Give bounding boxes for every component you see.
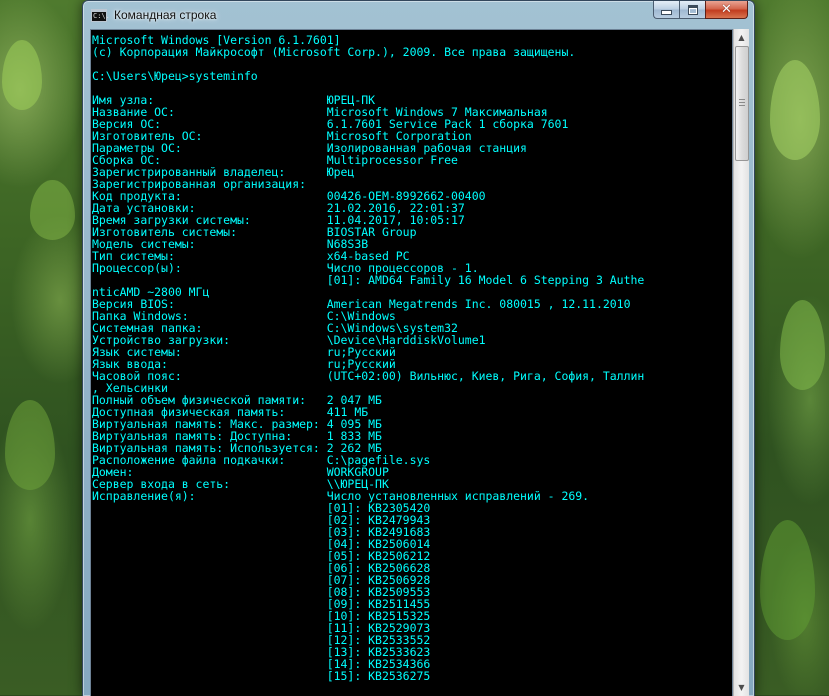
- minimize-button[interactable]: [653, 1, 679, 19]
- maximize-icon: [687, 4, 698, 15]
- foliage-decoration: [30, 180, 75, 240]
- vertical-scrollbar[interactable]: ▲ ▼: [733, 29, 749, 696]
- console-output-area[interactable]: Microsoft Windows [Version 6.1.7601] (c) …: [90, 29, 733, 696]
- minimize-icon: [661, 10, 672, 15]
- grip-line: [739, 99, 745, 100]
- close-button[interactable]: ✕: [705, 1, 748, 19]
- foliage-decoration: [2, 40, 42, 110]
- console-line: Часовой пояс: (UTC+02:00) Вильнюс, Киев,…: [92, 369, 645, 383]
- foliage-decoration: [5, 400, 55, 490]
- grip-line: [739, 105, 745, 106]
- grip-line: [739, 102, 745, 103]
- command-prompt-icon[interactable]: C:\.: [91, 9, 110, 22]
- title-bar[interactable]: C:\. Командная строка ✕: [83, 1, 754, 29]
- console-line: [15]: KB2536275: [92, 669, 431, 683]
- scroll-down-button[interactable]: ▼: [734, 679, 749, 696]
- console-line: C:\Users\Юрец>systeminfo: [92, 69, 258, 83]
- foliage-decoration: [770, 60, 820, 160]
- foliage-decoration: [760, 520, 815, 640]
- chevron-down-icon: ▼: [738, 683, 745, 692]
- console-text[interactable]: Microsoft Windows [Version 6.1.7601] (c) …: [92, 34, 644, 682]
- caption-buttons: ✕: [653, 1, 748, 20]
- console-line: (c) Корпорация Майкрософт (Microsoft Cor…: [92, 45, 576, 59]
- chevron-up-icon: ▲: [738, 33, 745, 42]
- window-title: Командная строка: [114, 8, 217, 22]
- scrollbar-thumb[interactable]: [735, 46, 749, 161]
- maximize-button[interactable]: [679, 1, 705, 19]
- command-prompt-window[interactable]: C:\. Командная строка ✕ Microsoft Window…: [82, 0, 755, 696]
- scroll-up-button[interactable]: ▲: [734, 29, 749, 46]
- foliage-decoration: [780, 300, 825, 390]
- close-icon: ✕: [721, 2, 732, 17]
